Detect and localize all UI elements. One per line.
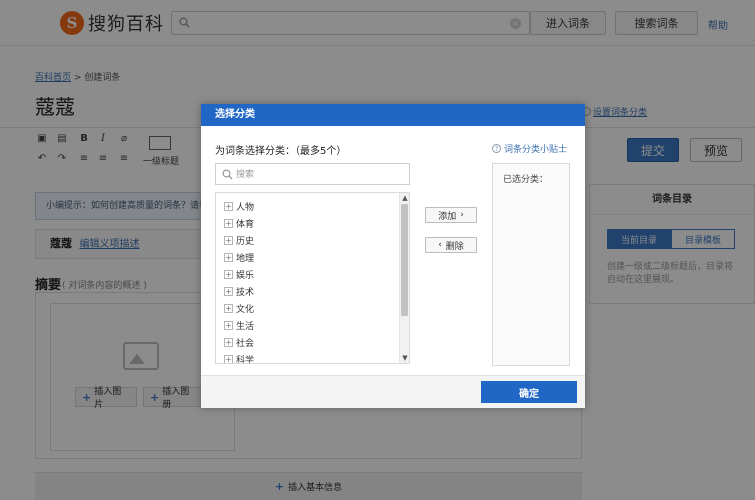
expand-icon[interactable]: + [224, 303, 233, 313]
add-category-button[interactable]: 添加 › [425, 207, 477, 223]
expand-icon[interactable]: + [224, 337, 233, 347]
delete-category-button[interactable]: ‹ 删除 [425, 237, 477, 253]
scroll-down-icon[interactable]: ▼ [401, 354, 409, 362]
category-label: 技术 [236, 287, 255, 298]
category-tips-label: 词条分类小贴士 [504, 145, 568, 155]
category-item-entertainment[interactable]: + 娱乐 [224, 266, 254, 282]
category-label: 社会 [236, 338, 255, 349]
category-label: 体育 [236, 219, 255, 230]
category-label: 文化 [236, 304, 255, 315]
category-label: 生活 [236, 321, 255, 332]
category-label: 科学 [236, 355, 255, 364]
category-dialog: 选择分类 为词条选择分类：（最多5个） ? 词条分类小贴士 +人物 +体育 +历… [201, 104, 585, 408]
chevron-right-icon: › [460, 210, 464, 220]
category-label: 人物 [236, 202, 255, 213]
category-item-technology[interactable]: + 技术 [224, 283, 254, 299]
category-item-science[interactable]: + 科学 [224, 351, 255, 364]
category-search-input[interactable] [236, 167, 406, 182]
category-item-geography[interactable]: + 地理 [224, 249, 254, 265]
category-item-sports[interactable]: + 体育 [224, 215, 254, 231]
category-item-culture[interactable]: + 文化 [224, 300, 254, 316]
expand-icon[interactable]: + [224, 269, 233, 279]
category-search-field[interactable] [215, 163, 410, 185]
dialog-title: 选择分类 [201, 104, 585, 126]
search-icon [222, 169, 233, 183]
category-label: 地理 [236, 253, 255, 264]
category-label: 历史 [236, 236, 255, 247]
selected-categories-label: 已选分类： [503, 175, 549, 185]
selected-categories-box: 已选分类： [492, 163, 570, 366]
delete-label: 删除 [445, 241, 464, 252]
expand-icon[interactable]: + [224, 235, 233, 245]
category-item-person[interactable]: + 人物 [224, 198, 254, 214]
category-scrollbar[interactable]: ▲ ▼ [399, 193, 409, 363]
expand-icon[interactable]: + [224, 286, 233, 296]
category-tips-link[interactable]: ? 词条分类小贴士 [492, 142, 567, 155]
expand-icon[interactable]: + [224, 354, 233, 363]
add-label: 添加 [438, 211, 457, 222]
category-item-society[interactable]: + 社会 [224, 334, 254, 350]
dialog-heading: 为词条选择分类：（最多5个） [215, 146, 347, 157]
scroll-up-icon[interactable]: ▲ [401, 194, 409, 202]
expand-icon[interactable]: + [224, 201, 233, 211]
category-label: 娱乐 [236, 270, 255, 281]
expand-icon[interactable]: + [224, 252, 233, 262]
category-item-life[interactable]: + 生活 [224, 317, 254, 333]
scroll-thumb[interactable] [401, 204, 408, 316]
category-tree: + 人物 + 体育 + 历史 + 地理 + 娱乐 + 技术 + 文化 + 生活 + 社会 + 科学 … [215, 192, 410, 364]
chevron-left-icon: ‹ [438, 240, 442, 250]
help-circle-icon: ? [492, 144, 501, 153]
dialog-footer: 确定 [201, 375, 585, 408]
expand-icon[interactable]: + [224, 320, 233, 330]
expand-icon[interactable]: + [224, 218, 233, 228]
confirm-button[interactable]: 确定 [481, 381, 577, 403]
category-item-history[interactable]: + 历史 [224, 232, 254, 248]
